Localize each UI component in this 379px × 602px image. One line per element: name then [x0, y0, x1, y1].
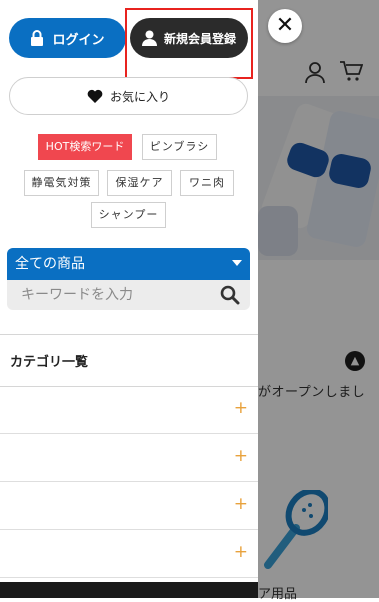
- caret-down-icon: [232, 260, 242, 266]
- category-row[interactable]: +: [0, 482, 258, 530]
- login-button[interactable]: ログイン: [9, 18, 126, 58]
- login-label: ログイン: [52, 32, 105, 48]
- favorites-button[interactable]: お気に入り: [9, 77, 248, 115]
- category-row[interactable]: +: [0, 530, 258, 578]
- search-category-label: 全ての商品: [15, 256, 85, 272]
- plus-icon[interactable]: +: [234, 496, 248, 513]
- annotation-highlight-box: [125, 8, 253, 79]
- favorites-label: お気に入り: [109, 89, 170, 104]
- category-row[interactable]: +: [0, 386, 258, 434]
- search-input[interactable]: [7, 280, 212, 310]
- close-menu-button[interactable]: ✕: [268, 9, 302, 43]
- tag-item[interactable]: ワニ肉: [180, 170, 234, 196]
- close-icon: ✕: [275, 13, 295, 38]
- drawer-footer: [0, 582, 258, 598]
- search-box: 全ての商品: [7, 248, 250, 310]
- heart-icon: [87, 89, 103, 103]
- tag-item[interactable]: 保湿ケア: [107, 170, 172, 196]
- tag-item[interactable]: ピンブラシ: [142, 134, 217, 160]
- plus-icon[interactable]: +: [234, 400, 248, 417]
- category-heading: カテゴリ一覧: [10, 355, 89, 370]
- search-category-select[interactable]: 全ての商品: [7, 248, 250, 280]
- hot-search-label: HOT検索ワード: [38, 134, 132, 160]
- plus-icon[interactable]: +: [234, 544, 248, 561]
- tag-item[interactable]: シャンプー: [91, 202, 166, 228]
- category-row[interactable]: +: [0, 434, 258, 482]
- search-icon[interactable]: [220, 285, 240, 305]
- plus-icon[interactable]: +: [234, 448, 248, 465]
- lock-icon: [31, 30, 44, 46]
- section-divider: [0, 334, 258, 335]
- tag-item[interactable]: 静電気対策: [24, 170, 99, 196]
- side-menu-drawer: ログイン 新規会員登録 2 お気に入り HOT検索ワード ピンブラシ 静電気対策…: [0, 0, 258, 598]
